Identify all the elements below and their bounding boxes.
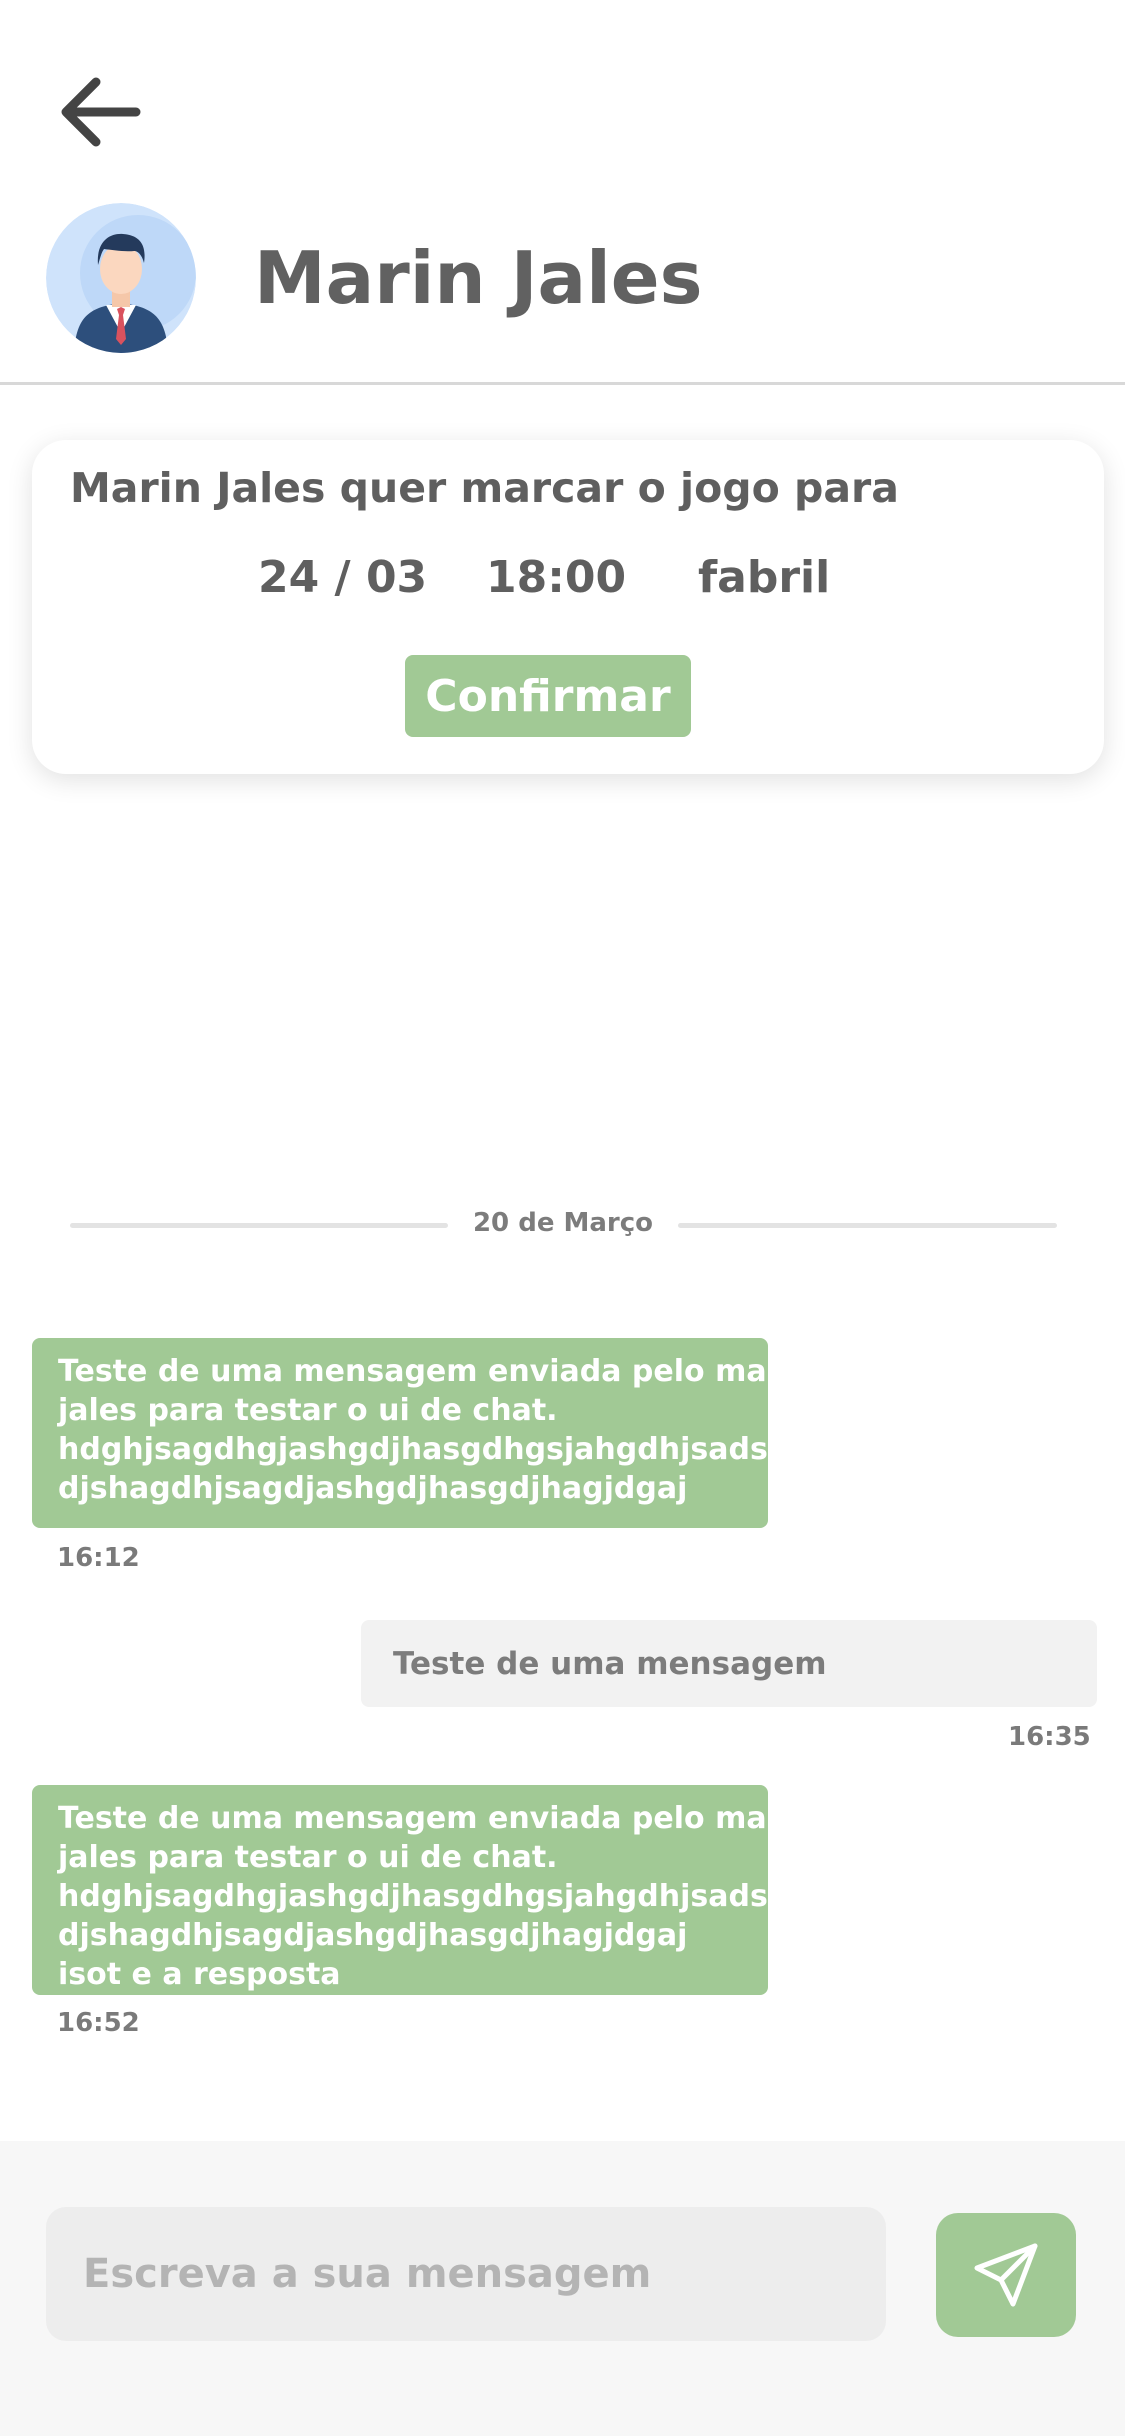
invite-text: Marin Jales quer marcar o jogo para <box>70 464 899 512</box>
message-line: hdghjsagdhgjashgdjhasgdhgsjahgdhjsadsa <box>58 1432 789 1467</box>
message-line: djshagdhjsagdjashgdjhasgdjhagjdgaj <box>58 1471 688 1506</box>
contact-name: Marin Jales <box>254 236 703 320</box>
avatar[interactable] <box>46 203 196 353</box>
message-timestamp: 16:35 <box>1008 1722 1091 1752</box>
date-separator-line-right <box>678 1223 1057 1228</box>
message-line: Teste de uma mensagem enviada pelo marin <box>58 1801 814 1836</box>
incoming-message[interactable]: Teste de uma mensagem enviada pelo marin… <box>32 1785 814 1995</box>
incoming-message[interactable]: Teste de uma mensagem enviada pelo marin… <box>32 1338 814 1528</box>
header-divider <box>0 382 1125 385</box>
message-line: djshagdhjsagdjashgdjhasgdjhagjdgaj <box>58 1918 688 1953</box>
message-line: isot e a resposta <box>58 1957 341 1992</box>
invite-date: 24 / 03 <box>258 552 428 603</box>
message-composer <box>0 2141 1125 2436</box>
message-line: Teste de uma mensagem enviada pelo marin <box>58 1354 814 1389</box>
invite-place: fabril <box>698 552 831 603</box>
message-line: jales para testar o ui de chat. <box>58 1393 558 1428</box>
outgoing-message[interactable]: Teste de uma mensagem <box>361 1620 1097 1707</box>
date-separator: 20 de Março <box>472 1208 654 1238</box>
message-input[interactable] <box>46 2207 886 2341</box>
send-button[interactable] <box>936 2213 1076 2337</box>
paper-plane-icon <box>974 2243 1038 2307</box>
message-line: Teste de uma mensagem <box>393 1645 827 1682</box>
confirm-button[interactable]: Confirmar <box>405 655 691 737</box>
game-invite-card: Marin Jales quer marcar o jogo para 24 /… <box>32 440 1104 774</box>
date-separator-line-left <box>70 1223 448 1228</box>
message-timestamp: 16:52 <box>57 2008 140 2038</box>
message-line: hdghjsagdhgjashgdjhasgdhgsjahgdhjsadsa <box>58 1879 789 1914</box>
invite-time: 18:00 <box>486 552 627 603</box>
message-timestamp: 16:12 <box>57 1543 140 1573</box>
back-button[interactable] <box>50 62 150 162</box>
businessman-avatar-icon <box>46 203 196 353</box>
message-line: jales para testar o ui de chat. <box>58 1840 558 1875</box>
arrow-left-icon <box>61 77 141 147</box>
